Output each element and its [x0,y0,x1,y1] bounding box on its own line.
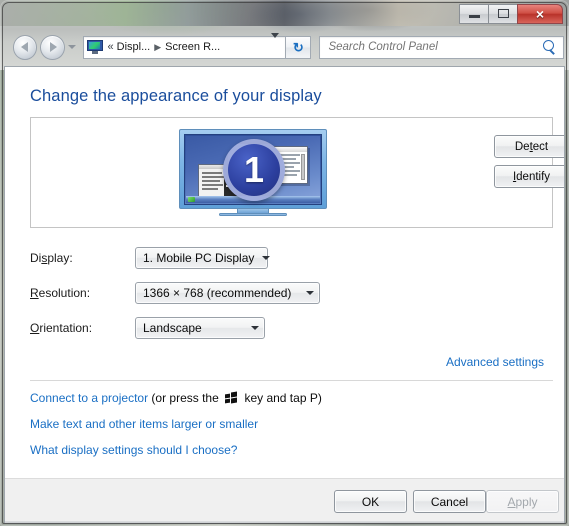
display-icon [86,40,103,54]
monitor-base [219,213,287,216]
chevron-down-icon [306,291,314,295]
display-preview-panel: 1 Detect Identify [30,117,564,228]
client-area: Change the appearance of your display 1 … [4,66,565,522]
cancel-button-label: Cancel [430,494,469,509]
windows-key-icon [225,391,238,403]
display-dropdown-value: 1. Mobile PC Display [143,251,255,265]
close-button[interactable]: × [517,3,563,24]
apply-button-label: Apply [507,494,538,509]
dialog-footer: OK Cancel Apply [5,478,564,522]
search-icon [539,37,559,57]
window-bottom-edge [4,521,565,524]
maximize-icon [497,9,509,18]
caption-button-group: × [459,3,563,24]
minimize-icon [468,15,480,18]
chevron-down-icon [67,45,76,49]
detect-button-label: Detect [514,140,549,153]
recent-pages-button[interactable] [66,35,78,60]
forward-button[interactable] [40,34,65,60]
orientation-dropdown-value: Landscape [143,321,202,335]
arrow-right-icon [50,42,58,52]
maximize-button[interactable] [488,3,517,24]
connect-projector-link[interactable]: Connect to a projector [30,391,148,405]
resolution-dropdown-value: 1366 × 768 (recommended) [143,286,292,300]
search-box[interactable] [319,35,564,59]
chevron-down-icon [251,326,259,330]
monitor-preview[interactable]: 1 [179,129,327,216]
resolution-label: Resolution: [30,286,91,300]
advanced-settings-link[interactable]: Advanced settings [446,355,544,369]
orientation-dropdown[interactable]: Landscape [135,317,265,339]
chevron-down-icon [271,33,280,55]
refresh-icon: ↻ [292,39,304,55]
identify-button[interactable]: Identify [494,165,564,188]
back-button[interactable] [13,34,38,60]
row-display: Display: 1. Mobile PC Display [30,247,271,269]
divider [30,380,553,381]
chevron-down-icon [262,256,271,260]
navigation-bar: « Displ... ▶ Screen R... ↻ [5,31,564,63]
resolution-dropdown[interactable]: 1366 × 768 (recommended) [135,282,320,304]
row-resolution: Resolution: 1366 × 768 (recommended) [30,282,320,304]
display-number-badge: 1 [223,139,285,201]
apply-button[interactable]: Apply [486,490,559,513]
what-settings-link[interactable]: What display settings should I choose? [30,443,237,457]
start-button-icon [188,197,195,202]
projector-text-post: key and tap P) [241,391,322,405]
minimize-button[interactable] [459,3,488,24]
ok-button-label: OK [361,494,380,509]
orientation-label: Orientation: [30,321,93,335]
projector-text-pre: (or press the [148,391,223,405]
refresh-button[interactable]: ↻ [286,35,312,59]
row-orientation: Orientation: Landscape [30,317,265,339]
screen-resolution-window: × « Displ... ▶ Screen R... ↻ Search Cont… [0,0,569,526]
display-number-label: 1 [243,149,265,190]
search-input[interactable] [320,41,539,53]
breadcrumb-segment-screen-resolution[interactable]: Screen R... [165,41,220,53]
page-title: Change the appearance of your display [30,87,322,105]
detect-button[interactable]: Detect [494,135,564,158]
ok-button[interactable]: OK [334,490,407,513]
content-pane: Change the appearance of your display 1 … [5,67,564,478]
arrow-left-icon [20,42,28,52]
address-dropdown-button[interactable] [271,33,280,56]
breadcrumb-overflow-chevrons[interactable]: « [108,41,114,53]
breadcrumb-separator-icon[interactable]: ▶ [154,42,161,53]
make-text-larger-link[interactable]: Make text and other items larger or smal… [30,417,258,431]
identify-button-label: Identify [512,170,551,183]
cancel-button[interactable]: Cancel [413,490,486,513]
breadcrumb-segment-display[interactable]: Displ... [117,41,151,53]
close-icon: × [535,5,545,22]
display-label: Display: [30,251,73,265]
address-bar[interactable]: « Displ... ▶ Screen R... [82,33,287,59]
display-dropdown[interactable]: 1. Mobile PC Display [135,247,271,269]
connect-projector-row: Connect to a projector (or press the key… [30,391,322,405]
